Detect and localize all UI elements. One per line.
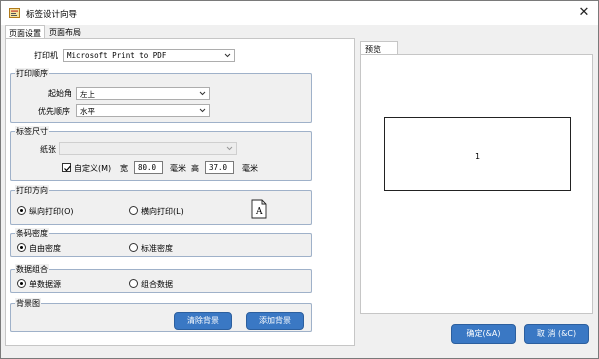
clear-background-button[interactable]: 清除背景 bbox=[174, 312, 232, 330]
priority-value: 水平 bbox=[80, 107, 95, 116]
label-size-group: 标签尺寸 纸张 自定义(M) 宽 80.0 毫米 高 37.0 毫米 bbox=[10, 126, 312, 181]
check-icon bbox=[64, 165, 71, 172]
single-source-label: 单数据源 bbox=[29, 280, 61, 289]
label-size-area: 标签尺寸 纸张 自定义(M) 宽 80.0 毫米 高 37.0 毫米 bbox=[10, 126, 312, 181]
custom-size-checkbox[interactable] bbox=[62, 163, 71, 172]
barcode-density-area: 条码密度 自由密度 标准密度 bbox=[10, 228, 312, 257]
preview-panel: 1 bbox=[360, 54, 593, 314]
chevron-down-icon bbox=[199, 91, 206, 96]
priority-label: 优先顺序 bbox=[38, 107, 70, 116]
paper-label: 纸张 bbox=[40, 145, 56, 154]
background-area: 背景图 清除背景 添加背景 bbox=[10, 298, 312, 332]
barcode-density-title: 条码密度 bbox=[15, 228, 49, 239]
priority-select[interactable]: 水平 bbox=[76, 104, 210, 117]
combined-data-radio[interactable] bbox=[129, 279, 138, 288]
landscape-radio[interactable] bbox=[129, 206, 138, 215]
barcode-density-group: 条码密度 自由密度 标准密度 bbox=[10, 228, 312, 257]
chevron-down-icon bbox=[226, 146, 233, 151]
settings-panel: 打印机 Microsoft Print to PDF 打印顺序 起始角 左上 优… bbox=[5, 38, 355, 346]
landscape-label: 横向打印(L) bbox=[141, 207, 184, 216]
custom-size-label: 自定义(M) bbox=[74, 164, 112, 173]
tab-page-layout[interactable]: 页面布局 bbox=[46, 25, 86, 39]
portrait-document-letter: A bbox=[255, 207, 263, 217]
height-label: 高 bbox=[191, 164, 199, 173]
standard-density-label: 标准密度 bbox=[141, 244, 173, 253]
portrait-radio[interactable] bbox=[17, 206, 26, 215]
standard-density-radio[interactable] bbox=[129, 243, 138, 252]
orientation-title: 打印方向 bbox=[15, 185, 49, 196]
preview-tab[interactable]: 预览 bbox=[360, 41, 398, 55]
print-order-group: 打印顺序 起始角 左上 优先顺序 水平 bbox=[10, 68, 312, 123]
portrait-label: 纵向打印(O) bbox=[29, 207, 74, 216]
close-icon: ✕ bbox=[578, 5, 590, 20]
title-bar: 标签设计向导 ✕ bbox=[1, 1, 598, 25]
label-preview-number: 1 bbox=[474, 152, 481, 161]
print-order-area: 打印顺序 起始角 左上 优先顺序 水平 bbox=[10, 68, 312, 123]
chevron-down-icon bbox=[224, 53, 231, 58]
start-corner-value: 左上 bbox=[80, 90, 95, 99]
free-density-radio[interactable] bbox=[17, 243, 26, 252]
data-combine-group: 数据组合 单数据源 组合数据 bbox=[10, 264, 312, 293]
combined-data-label: 组合数据 bbox=[141, 280, 173, 289]
background-group: 背景图 清除背景 添加背景 bbox=[10, 298, 312, 332]
portrait-document-icon: A bbox=[251, 199, 267, 219]
width-unit: 毫米 bbox=[170, 164, 186, 173]
single-source-radio[interactable] bbox=[17, 279, 26, 288]
height-unit: 毫米 bbox=[242, 164, 258, 173]
close-button[interactable]: ✕ bbox=[575, 4, 593, 22]
label-size-title: 标签尺寸 bbox=[15, 126, 49, 137]
data-combine-area: 数据组合 单数据源 组合数据 bbox=[10, 264, 312, 293]
chevron-down-icon bbox=[199, 108, 206, 113]
print-order-title: 打印顺序 bbox=[15, 68, 49, 79]
start-corner-select[interactable]: 左上 bbox=[76, 87, 210, 100]
label-preview: 1 bbox=[384, 117, 571, 191]
data-combine-title: 数据组合 bbox=[15, 264, 49, 275]
background-title: 背景图 bbox=[15, 298, 41, 309]
start-corner-label: 起始角 bbox=[48, 89, 72, 98]
cancel-button[interactable]: 取 消 (&C) bbox=[524, 324, 589, 344]
free-density-label: 自由密度 bbox=[29, 244, 61, 253]
paper-select[interactable] bbox=[59, 142, 237, 155]
height-input[interactable]: 37.0 bbox=[205, 161, 234, 174]
printer-value: Microsoft Print to PDF bbox=[67, 51, 167, 60]
tab-page-setup[interactable]: 页面设置 bbox=[5, 25, 45, 39]
add-background-button[interactable]: 添加背景 bbox=[246, 312, 304, 330]
window-title: 标签设计向导 bbox=[26, 10, 78, 20]
printer-select[interactable]: Microsoft Print to PDF bbox=[63, 49, 235, 62]
width-label: 宽 bbox=[120, 164, 128, 173]
width-input[interactable]: 80.0 bbox=[134, 161, 163, 174]
printer-label: 打印机 bbox=[34, 51, 58, 60]
app-icon bbox=[9, 8, 20, 18]
dialog-window: 标签设计向导 ✕ 页面设置 页面布局 打印机 Microsoft Print t… bbox=[0, 0, 599, 359]
ok-button[interactable]: 确定(&A) bbox=[451, 324, 516, 344]
